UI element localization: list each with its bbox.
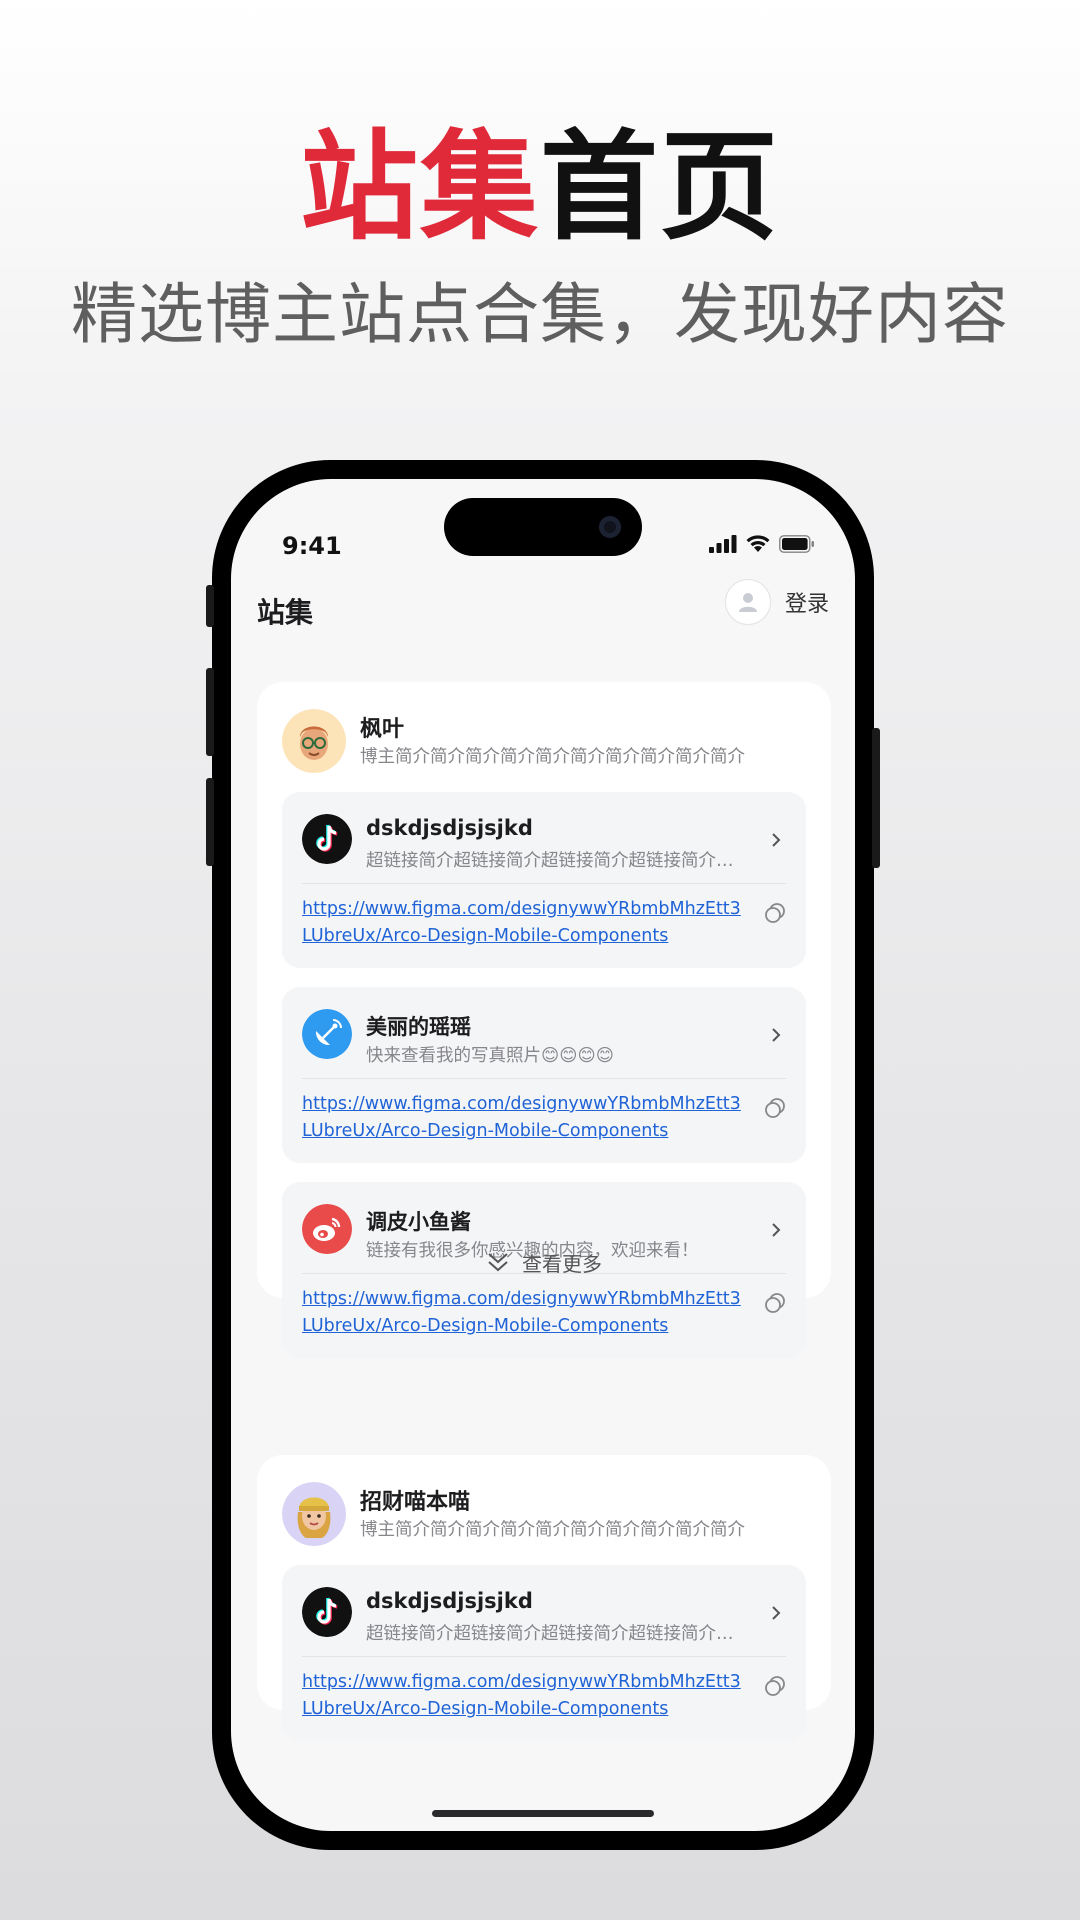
phone-screen: 9:41 站集 登录 枫叶 博主简介简介简介简介简介简介简介简介简介简介 dsk… xyxy=(231,479,855,1831)
signal-icon xyxy=(709,535,737,553)
tiktok-icon xyxy=(302,814,352,864)
satellite-dish-icon xyxy=(302,1009,352,1059)
hero-title-rest: 首页 xyxy=(540,118,781,256)
blogger-bio: 博主简介简介简介简介简介简介简介简介简介简介 xyxy=(360,1520,745,1540)
app-header: 站集 登录 xyxy=(231,579,855,659)
link-desc: 超链接简介超链接简介超链接简介超链接简介超链接简介 xyxy=(366,851,750,871)
link-desc: 超链接简介超链接简介超链接简介超链接简介超链接简介 xyxy=(366,1624,750,1644)
hero-subtitle: 精选博主站点合集，发现好内容 xyxy=(71,276,1009,353)
dynamic-island xyxy=(444,498,642,556)
chevron-right-icon[interactable] xyxy=(768,1220,784,1240)
link-card[interactable]: 美丽的瑶瑶 快来查看我的写真照片😊😊😊😊 https://www.figma.c… xyxy=(282,987,806,1163)
divider xyxy=(302,883,786,884)
link-url[interactable]: https://www.figma.com/designywwYRbmbMhzE… xyxy=(302,1286,742,1340)
user-avatar-icon xyxy=(724,579,771,625)
side-button xyxy=(206,668,214,756)
login-label: 登录 xyxy=(784,592,829,617)
memoji-woman-avatar xyxy=(282,1482,346,1546)
copy-icon[interactable] xyxy=(764,1097,786,1119)
side-button xyxy=(872,728,880,868)
link-url[interactable]: https://www.figma.com/designywwYRbmbMhzE… xyxy=(302,1669,742,1723)
blogger-header[interactable]: 枫叶 博主简介简介简介简介简介简介简介简介简介简介 xyxy=(282,707,806,775)
link-name: dskdjsdjsjsjkd xyxy=(366,816,533,840)
link-name: 美丽的瑶瑶 xyxy=(366,1015,471,1039)
copy-icon[interactable] xyxy=(764,1292,786,1314)
blogger-bio: 博主简介简介简介简介简介简介简介简介简介简介 xyxy=(360,747,745,767)
blogger-name: 招财喵本喵 xyxy=(360,1490,471,1515)
memoji-man-avatar xyxy=(282,709,346,773)
phone-frame: 9:41 站集 登录 枫叶 博主简介简介简介简介简介简介简介简介简介简介 dsk… xyxy=(206,460,880,1850)
login-button[interactable]: 登录 xyxy=(724,579,829,625)
double-chevron-down-icon xyxy=(488,1253,508,1272)
link-card[interactable]: dskdjsdjsjsjkd 超链接简介超链接简介超链接简介超链接简介超链接简介… xyxy=(282,792,806,968)
link-url[interactable]: https://www.figma.com/designywwYRbmbMhzE… xyxy=(302,1091,742,1145)
side-button xyxy=(206,585,214,627)
status-bar: 9:41 xyxy=(231,479,855,589)
link-desc: 快来查看我的写真照片😊😊😊😊 xyxy=(366,1046,614,1066)
blogger-header[interactable]: 招财喵本喵 博主简介简介简介简介简介简介简介简介简介简介 xyxy=(282,1480,806,1548)
link-name: 调皮小鱼酱 xyxy=(366,1210,471,1234)
blogger-card: 枫叶 博主简介简介简介简介简介简介简介简介简介简介 dskdjsdjsjsjkd… xyxy=(257,682,831,1358)
battery-icon xyxy=(779,535,814,553)
hero-title: 站集首页 xyxy=(0,128,1080,246)
camera-icon xyxy=(599,516,621,538)
view-more-label: 查看更多 xyxy=(522,1251,602,1276)
chevron-right-icon[interactable] xyxy=(768,1603,784,1623)
link-name: dskdjsdjsjsjkd xyxy=(366,1589,533,1613)
wifi-icon xyxy=(746,535,770,552)
copy-icon[interactable] xyxy=(764,1675,786,1697)
side-button xyxy=(206,778,214,866)
blogger-name: 枫叶 xyxy=(360,717,405,742)
home-indicator xyxy=(432,1810,654,1817)
blogger-card: 招财喵本喵 博主简介简介简介简介简介简介简介简介简介简介 dskdjsdjsjs… xyxy=(257,1455,831,1741)
link-card[interactable]: dskdjsdjsjsjkd 超链接简介超链接简介超链接简介超链接简介超链接简介… xyxy=(282,1565,806,1741)
chevron-right-icon[interactable] xyxy=(768,1025,784,1045)
hero-title-accent: 站集 xyxy=(299,118,540,256)
divider xyxy=(302,1656,786,1657)
link-url[interactable]: https://www.figma.com/designywwYRbmbMhzE… xyxy=(302,896,742,950)
copy-icon[interactable] xyxy=(764,902,786,924)
view-more-button[interactable]: 查看更多 xyxy=(257,1242,831,1282)
page-title: 站集 xyxy=(257,596,314,629)
divider xyxy=(302,1078,786,1079)
chevron-right-icon[interactable] xyxy=(768,830,784,850)
tiktok-icon xyxy=(302,1587,352,1637)
status-icons xyxy=(709,534,815,554)
status-time: 9:41 xyxy=(282,532,342,560)
